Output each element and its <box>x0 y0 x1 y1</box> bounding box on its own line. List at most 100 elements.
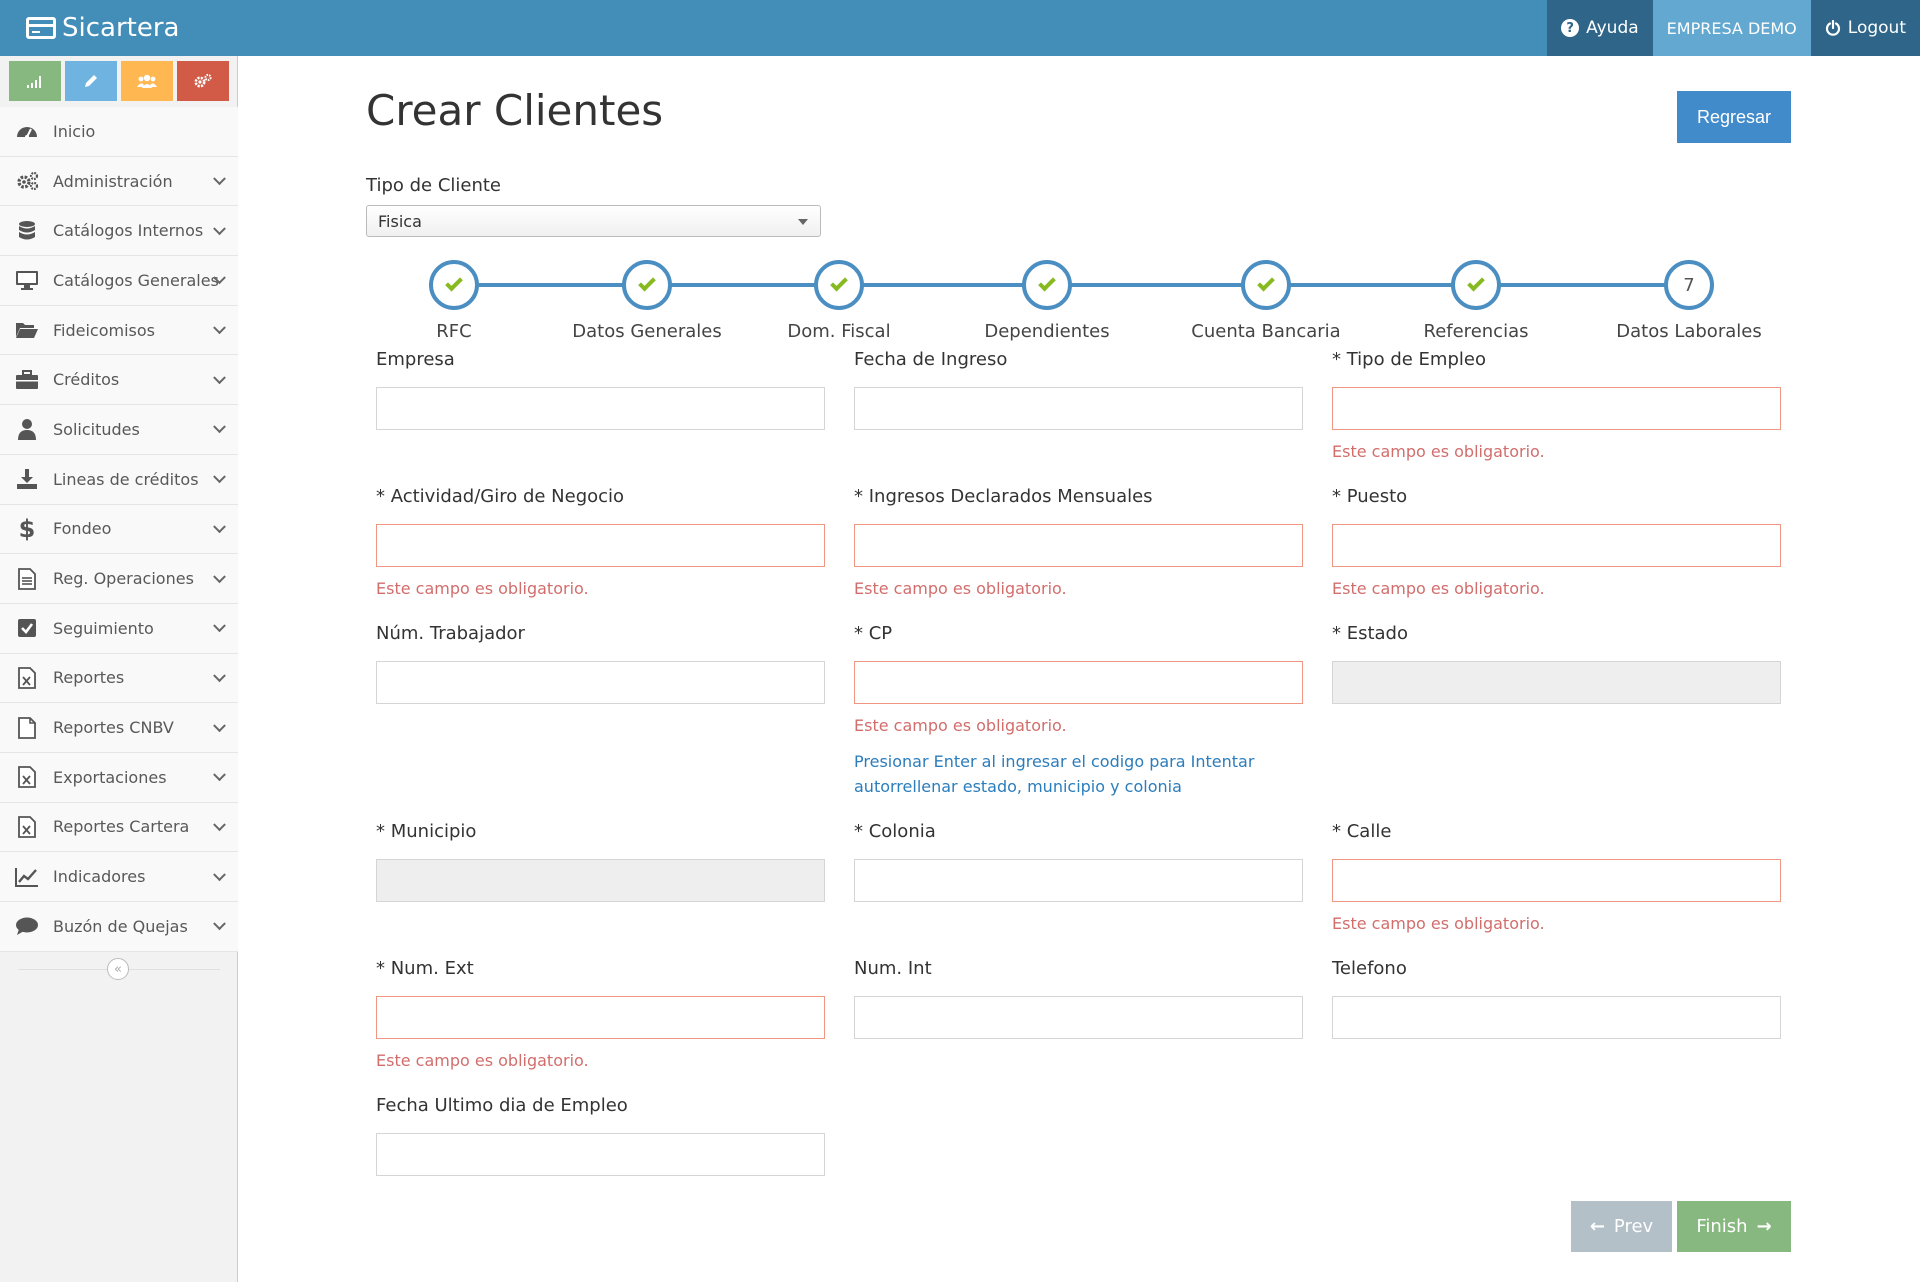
chevron-down-icon <box>213 768 226 782</box>
sidebar-item-indicadores[interactable]: Indicadores <box>0 852 238 902</box>
step-label: Dependientes <box>984 321 1110 342</box>
sidebar-item-fideicomisos[interactable]: Fideicomisos <box>0 305 238 356</box>
field-label: Empresa <box>376 349 455 370</box>
field-label: * CP <box>854 623 893 644</box>
wizard-step-rfc[interactable]: RFC <box>354 260 554 342</box>
fecha-ultimo-input[interactable] <box>376 1133 825 1176</box>
sidebar-item-seguimiento[interactable]: Seguimiento <box>0 603 238 654</box>
sidebar-item-lineas-de-creditos[interactable]: Lineas de créditos <box>0 454 238 505</box>
field-label: Fecha de Ingreso <box>854 349 1008 370</box>
num-trabajador-input[interactable] <box>376 661 825 704</box>
calle-input[interactable] <box>1332 859 1781 902</box>
file-excel-icon <box>14 766 40 789</box>
download-icon <box>14 468 40 490</box>
check-icon <box>830 273 848 292</box>
sidebar-item-buzon-de-quejas[interactable]: Buzón de Quejas <box>0 902 238 952</box>
chevron-down-icon <box>213 420 226 434</box>
num-ext-input[interactable] <box>376 996 825 1039</box>
wizard-step-dependientes[interactable]: Dependientes <box>947 260 1147 342</box>
field-municipio: * Municipio <box>376 821 825 902</box>
telefono-input[interactable] <box>1332 996 1781 1039</box>
sidebar-item-creditos[interactable]: Créditos <box>0 355 238 406</box>
wizard-step-referencias[interactable]: Referencias <box>1376 260 1576 342</box>
shortcut-settings-button[interactable] <box>177 61 229 101</box>
sidebar-item-inicio[interactable]: Inicio <box>0 107 238 157</box>
error-message: Este campo es obligatorio. <box>854 579 1067 598</box>
wizard-step-datos-laborales[interactable]: 7 Datos Laborales <box>1589 260 1789 342</box>
step-circle <box>429 260 479 310</box>
sidebar-item-label: Reg. Operaciones <box>53 569 194 589</box>
desktop-icon <box>14 269 40 291</box>
wizard-step-datos-generales[interactable]: Datos Generales <box>547 260 747 342</box>
app-title: Sicartera <box>62 13 180 43</box>
prev-label: Prev <box>1613 1216 1654 1237</box>
sidebar: Inicio Administración Catálogos Internos… <box>0 56 238 1282</box>
sidebar-item-label: Reportes <box>53 668 125 688</box>
wizard-step-dom-fiscal[interactable]: Dom. Fiscal <box>739 260 939 342</box>
user-icon <box>14 418 40 441</box>
tipo-empleo-input[interactable] <box>1332 387 1781 430</box>
sidebar-item-administracion[interactable]: Administración <box>0 156 238 207</box>
sidebar-item-reportes-cartera[interactable]: Reportes Cartera <box>0 802 238 853</box>
chevron-down-icon <box>213 718 226 732</box>
field-num-int: Num. Int <box>854 958 1303 1039</box>
check-square-icon <box>14 617 40 639</box>
field-label: Telefono <box>1332 958 1407 979</box>
question-circle-icon: ? <box>1561 19 1580 37</box>
shortcut-edit-button[interactable] <box>65 61 117 101</box>
shortcut-users-button[interactable] <box>121 61 173 101</box>
sidebar-item-catalogos-generales[interactable]: Catálogos Generales <box>0 256 238 306</box>
wizard-step-cuenta-bancaria[interactable]: Cuenta Bancaria <box>1166 260 1366 342</box>
shortcut-stats-button[interactable] <box>9 61 61 101</box>
check-icon <box>638 273 656 292</box>
back-button[interactable]: Regresar <box>1677 91 1791 143</box>
field-colonia: * Colonia <box>854 821 1303 902</box>
chevron-down-icon <box>213 868 226 881</box>
finish-button[interactable]: Finish → <box>1677 1201 1791 1252</box>
prev-button[interactable]: ← Prev <box>1571 1201 1672 1252</box>
actividad-input[interactable] <box>376 524 825 567</box>
fecha-ingreso-input[interactable] <box>854 387 1303 430</box>
ingresos-input[interactable] <box>854 524 1303 567</box>
puesto-input[interactable] <box>1332 524 1781 567</box>
sidebar-item-reg-operaciones[interactable]: Reg. Operaciones <box>0 554 238 604</box>
chevron-down-icon <box>213 619 226 633</box>
sidebar-item-reportes[interactable]: Reportes <box>0 653 238 704</box>
sidebar-item-fondeo[interactable]: $ Fondeo <box>0 504 238 555</box>
colonia-select[interactable] <box>854 859 1303 902</box>
brand-logo[interactable]: Sicartera <box>26 10 179 46</box>
sidebar-item-label: Buzón de Quejas <box>53 916 188 936</box>
help-link[interactable]: ? Ayuda <box>1547 0 1653 56</box>
sidebar-item-solicitudes[interactable]: Solicitudes <box>0 405 238 455</box>
sidebar-item-label: Seguimiento <box>53 618 154 638</box>
arrow-left-icon: ← <box>1589 1216 1605 1237</box>
company-badge[interactable]: EMPRESA DEMO <box>1652 0 1811 56</box>
field-estado: * Estado <box>1332 623 1781 704</box>
line-chart-icon <box>14 866 40 888</box>
sidebar-menu: Inicio Administración Catálogos Internos… <box>0 107 238 952</box>
caret-down-icon <box>798 219 808 225</box>
double-angle-left-icon: « <box>114 961 122 977</box>
field-telefono: Telefono <box>1332 958 1781 1039</box>
logout-link[interactable]: Logout <box>1810 0 1920 56</box>
sidebar-item-exportaciones[interactable]: Exportaciones <box>0 752 238 803</box>
step-label: Datos Laborales <box>1616 321 1762 342</box>
num-int-input[interactable] <box>854 996 1303 1039</box>
power-icon <box>1825 20 1840 36</box>
sidebar-item-label: Fideicomisos <box>53 320 156 340</box>
sidebar-item-reportes-cnbv[interactable]: Reportes CNBV <box>0 703 238 753</box>
chevron-down-icon <box>213 222 226 235</box>
sidebar-item-catalogos-internos[interactable]: Catálogos Internos <box>0 206 238 257</box>
chevron-down-icon <box>213 818 226 832</box>
error-message: Este campo es obligatorio. <box>376 579 589 598</box>
step-label: Referencias <box>1423 321 1529 342</box>
sidebar-collapse-button[interactable]: « <box>107 958 129 980</box>
field-label: * Estado <box>1332 623 1408 644</box>
sidebar-item-label: Catálogos Generales <box>53 270 219 290</box>
tipo-cliente-select[interactable]: Fisica <box>366 205 821 237</box>
sidebar-item-label: Reportes Cartera <box>53 817 190 837</box>
field-label: Fecha Ultimo dia de Empleo <box>376 1095 628 1116</box>
empresa-input[interactable] <box>376 387 825 430</box>
sidebar-item-label: Solicitudes <box>53 419 140 439</box>
cp-input[interactable] <box>854 661 1303 704</box>
